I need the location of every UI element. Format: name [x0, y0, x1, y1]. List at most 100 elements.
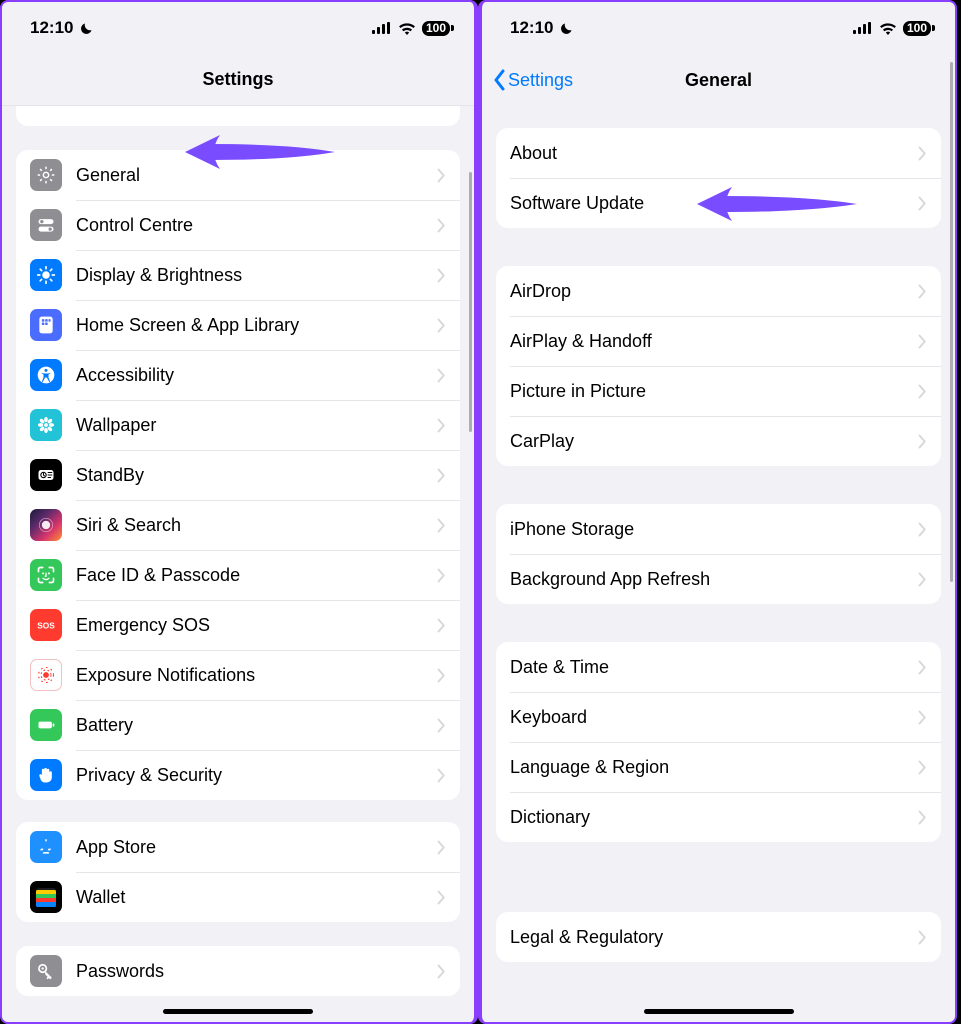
row-label: Wallet	[76, 887, 437, 908]
face-icon	[30, 559, 62, 591]
row-label: About	[510, 143, 918, 164]
cellular-icon	[853, 22, 873, 34]
list-group: iPhone Storage Background App Refresh	[496, 504, 941, 604]
home-indicator	[163, 1009, 313, 1014]
chevron-right-icon	[437, 168, 446, 183]
settings-row-battery[interactable]: Battery	[16, 700, 460, 750]
general-row-airplay[interactable]: AirPlay & Handoff	[496, 316, 941, 366]
general-row-airdrop[interactable]: AirDrop	[496, 266, 941, 316]
settings-row-access[interactable]: Accessibility	[16, 350, 460, 400]
settings-row-siri[interactable]: Siri & Search	[16, 500, 460, 550]
gear-icon	[30, 159, 62, 191]
chevron-right-icon	[437, 840, 446, 855]
settings-row-standby[interactable]: StandBy	[16, 450, 460, 500]
chevron-left-icon	[492, 69, 506, 91]
settings-row-face[interactable]: Face ID & Passcode	[16, 550, 460, 600]
status-time: 12:10	[30, 18, 73, 38]
chevron-right-icon	[918, 196, 927, 211]
general-row-bgrefresh[interactable]: Background App Refresh	[496, 554, 941, 604]
settings-row-passwords[interactable]: Passwords	[16, 946, 460, 996]
row-label: AirDrop	[510, 281, 918, 302]
row-label: Exposure Notifications	[76, 665, 437, 686]
list-group: Legal & Regulatory	[496, 912, 941, 962]
chevron-right-icon	[437, 618, 446, 633]
nav-header: Settings General	[482, 54, 955, 106]
general-row-storage[interactable]: iPhone Storage	[496, 504, 941, 554]
battery-icon: 100	[903, 21, 931, 36]
wifi-icon	[879, 22, 897, 35]
chevron-right-icon	[437, 568, 446, 583]
general-row-about[interactable]: About	[496, 128, 941, 178]
chevron-right-icon	[437, 218, 446, 233]
general-row-pip[interactable]: Picture in Picture	[496, 366, 941, 416]
battery-icon: 100	[422, 21, 450, 36]
general-row-dict[interactable]: Dictionary	[496, 792, 941, 842]
siri-icon	[30, 509, 62, 541]
list-group: About Software Update	[496, 128, 941, 228]
settings-row-sos[interactable]: Emergency SOS	[16, 600, 460, 650]
settings-row-wall[interactable]: Wallpaper	[16, 400, 460, 450]
appstore-icon	[30, 831, 62, 863]
accessibility-icon	[30, 359, 62, 391]
settings-row-home[interactable]: Home Screen & App Library	[16, 300, 460, 350]
general-row-carplay[interactable]: CarPlay	[496, 416, 941, 466]
status-bar: 12:10 100	[2, 2, 474, 54]
row-label: Accessibility	[76, 365, 437, 386]
settings-row-wallet[interactable]: Wallet	[16, 872, 460, 922]
chevron-right-icon	[437, 964, 446, 979]
settings-list[interactable]: General Control CentreDisplay & Brightnes…	[2, 106, 474, 1022]
row-label: Passwords	[76, 961, 437, 982]
row-label: Home Screen & App Library	[76, 315, 437, 336]
settings-row-privacy[interactable]: Privacy & Security	[16, 750, 460, 800]
cellular-icon	[372, 22, 392, 34]
back-label: Settings	[508, 70, 573, 91]
general-row-keyboard[interactable]: Keyboard	[496, 692, 941, 742]
list-group: AirDrop AirPlay & HandoffPicture in Pictu…	[496, 266, 941, 466]
grid-icon	[30, 309, 62, 341]
row-label: iPhone Storage	[510, 519, 918, 540]
do-not-disturb-icon	[79, 21, 94, 36]
settings-row-appstore[interactable]: App Store	[16, 822, 460, 872]
wifi-icon	[398, 22, 416, 35]
page-title: Settings	[202, 69, 273, 90]
row-label: Face ID & Passcode	[76, 565, 437, 586]
list-group: App Store Wallet	[16, 822, 460, 922]
chevron-right-icon	[918, 384, 927, 399]
settings-row-general[interactable]: General	[16, 150, 460, 200]
general-row-legal[interactable]: Legal & Regulatory	[496, 912, 941, 962]
status-time: 12:10	[510, 18, 553, 38]
row-label: Keyboard	[510, 707, 918, 728]
chevron-right-icon	[437, 368, 446, 383]
row-label: CarPlay	[510, 431, 918, 452]
flower-icon	[30, 409, 62, 441]
row-label: General	[76, 165, 437, 186]
chevron-right-icon	[918, 146, 927, 161]
general-row-lang[interactable]: Language & Region	[496, 742, 941, 792]
general-row-swupdate[interactable]: Software Update	[496, 178, 941, 228]
row-label: Dictionary	[510, 807, 918, 828]
chevron-right-icon	[437, 890, 446, 905]
row-label: Background App Refresh	[510, 569, 918, 590]
battery-icon	[30, 709, 62, 741]
settings-row-control[interactable]: Control Centre	[16, 200, 460, 250]
general-row-datetime[interactable]: Date & Time	[496, 642, 941, 692]
wallet-icon	[30, 881, 62, 913]
status-bar: 12:10 100	[482, 2, 955, 54]
back-button[interactable]: Settings	[492, 54, 573, 106]
settings-row-exposure[interactable]: Exposure Notifications	[16, 650, 460, 700]
scroll-indicator	[950, 62, 953, 582]
chevron-right-icon	[918, 334, 927, 349]
chevron-right-icon	[437, 318, 446, 333]
chevron-right-icon	[437, 768, 446, 783]
row-label: StandBy	[76, 465, 437, 486]
settings-row-display[interactable]: Display & Brightness	[16, 250, 460, 300]
general-list[interactable]: About Software Update AirDrop AirPlay & Han…	[482, 106, 955, 1022]
row-label: Siri & Search	[76, 515, 437, 536]
page-title: General	[685, 70, 752, 91]
chevron-right-icon	[437, 518, 446, 533]
chevron-right-icon	[918, 660, 927, 675]
chevron-right-icon	[918, 284, 927, 299]
row-label: App Store	[76, 837, 437, 858]
row-label: Wallpaper	[76, 415, 437, 436]
row-label: Software Update	[510, 193, 918, 214]
